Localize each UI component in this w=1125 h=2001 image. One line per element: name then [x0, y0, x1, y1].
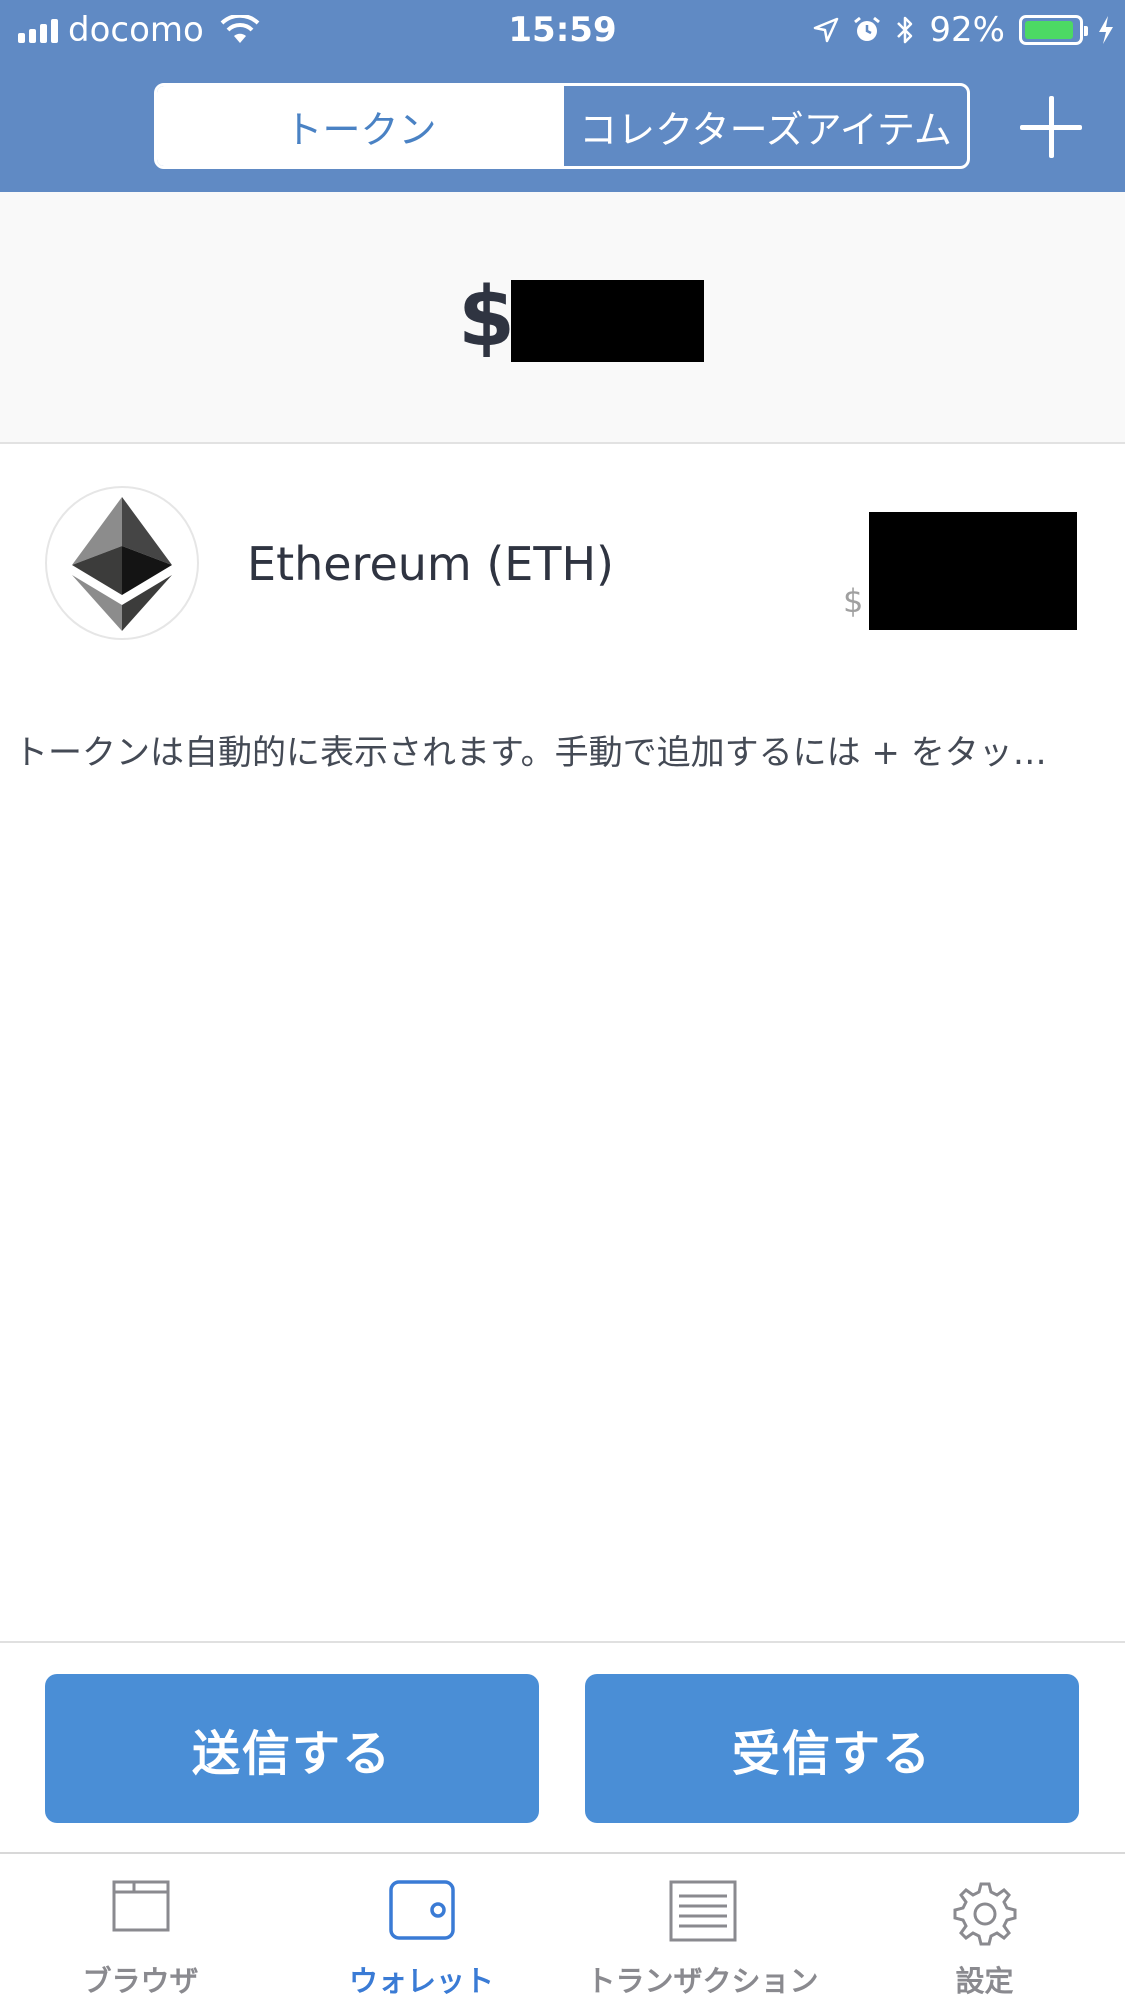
token-hint-text: トークンは自動的に表示されます。手動で追加するには + をタッ… — [14, 733, 1047, 773]
plus-icon[interactable] — [1020, 96, 1082, 158]
location-icon — [814, 17, 839, 43]
header: docomo 15:59 92% トークン コレクターズアイテム — [0, 0, 1125, 192]
token-value-redaction — [869, 512, 1077, 630]
charging-icon — [1099, 16, 1113, 44]
tab-browser-label: ブラウザ — [82, 1964, 199, 1998]
token-name: Ethereum (ETH) — [247, 537, 614, 591]
battery-icon — [1019, 15, 1088, 45]
settings-gear-icon — [953, 1882, 1016, 1946]
tab-collectibles[interactable]: コレクターズアイテム — [564, 86, 967, 166]
token-row-eth[interactable]: Ethereum (ETH) $ — [0, 444, 1125, 684]
token-usd-symbol: $ — [843, 582, 864, 620]
tab-tokens[interactable]: トークン — [157, 86, 564, 166]
segmented-control: トークン コレクターズアイテム — [154, 83, 970, 169]
tab-wallet-label: ウォレット — [348, 1964, 494, 1998]
tab-bar: ブラウザ ウォレット トランザクション 設定 — [0, 1852, 1125, 2001]
wallet-icon — [388, 1880, 455, 1940]
send-button[interactable]: 送信する — [45, 1674, 539, 1823]
tab-transactions-label: トランザクション — [586, 1964, 819, 1998]
total-balance: $ — [0, 192, 1125, 444]
status-bar: docomo 15:59 92% — [0, 0, 1125, 62]
battery-fill — [1025, 21, 1073, 39]
tab-wallet[interactable]: ウォレット — [281, 1854, 562, 2001]
action-bar: 送信する 受信する — [0, 1641, 1125, 1852]
alarm-icon — [854, 16, 881, 41]
tab-settings-label: 設定 — [955, 1964, 1014, 1998]
battery-percent: 92% — [929, 10, 1005, 50]
receive-button[interactable]: 受信する — [585, 1674, 1079, 1823]
tab-transactions[interactable]: トランザクション — [562, 1854, 843, 2001]
ethereum-logo-icon — [45, 486, 199, 640]
browser-icon — [112, 1880, 169, 1932]
balance-redaction — [511, 280, 704, 362]
bluetooth-icon — [897, 16, 913, 44]
balance-currency-symbol: $ — [458, 270, 516, 365]
tab-browser[interactable]: ブラウザ — [0, 1854, 281, 2001]
tab-settings[interactable]: 設定 — [844, 1854, 1125, 2001]
transactions-icon — [669, 1880, 736, 1942]
